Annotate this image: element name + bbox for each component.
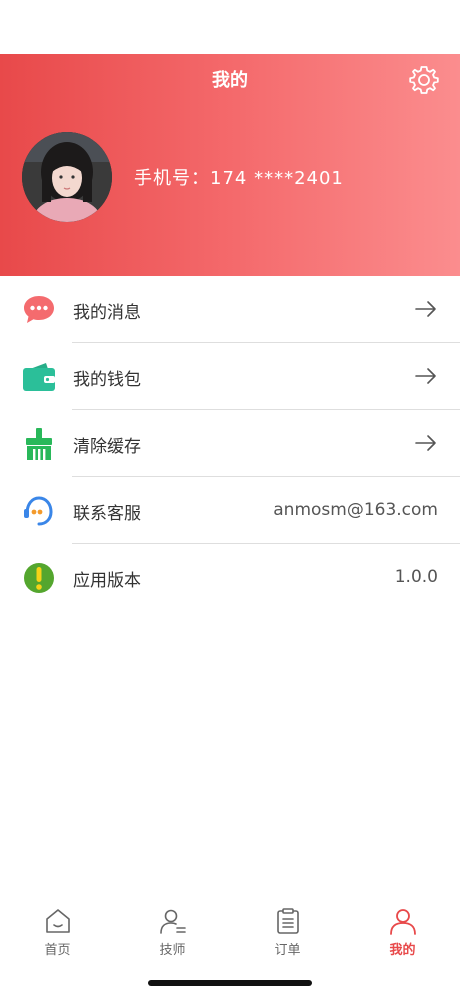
order-icon (276, 908, 299, 934)
service-email: anmosm@163.com (273, 500, 438, 520)
tab-technician[interactable]: 技师 (115, 907, 230, 967)
menu-item-label: 我的消息 (73, 303, 141, 323)
wallet-icon (23, 363, 55, 391)
tab-profile[interactable]: 我的 (345, 907, 460, 967)
avatar-photo (22, 132, 112, 222)
technician-icon (159, 909, 186, 934)
menu-item-customer-service[interactable]: 联系客服 anmosm@163.com (0, 477, 460, 544)
avatar[interactable] (22, 132, 112, 222)
home-indicator (148, 980, 312, 986)
menu-item-label: 联系客服 (73, 504, 141, 524)
menu-item-clear-cache[interactable]: 清除缓存 (0, 410, 460, 477)
tab-label: 首页 (44, 943, 71, 958)
phone-number: 手机号：174 ****2401 (134, 168, 344, 189)
menu-item-messages[interactable]: 我的消息 (0, 276, 460, 343)
headset-icon (24, 496, 53, 526)
menu-item-app-version[interactable]: 应用版本 1.0.0 (0, 544, 460, 611)
menu-list: 我的消息 我的钱包 清除缓存 联系客服 anmosm@163.com 应用版本 … (0, 276, 460, 611)
gear-icon (409, 66, 439, 94)
app-version-value: 1.0.0 (394, 567, 438, 587)
message-icon (24, 296, 54, 323)
tab-orders[interactable]: 订单 (230, 907, 345, 967)
settings-button[interactable] (408, 64, 440, 96)
menu-item-label: 清除缓存 (73, 437, 141, 457)
profile-header: 我的 手机号：174 ****2401 (0, 54, 460, 276)
tab-label: 技师 (159, 943, 186, 958)
info-icon (24, 563, 54, 593)
page-title: 我的 (212, 70, 248, 91)
menu-item-wallet[interactable]: 我的钱包 (0, 343, 460, 410)
menu-item-label: 应用版本 (73, 571, 141, 591)
profile-icon (389, 909, 416, 935)
arrow-right-icon (415, 301, 436, 317)
status-bar (0, 0, 460, 54)
broom-icon (26, 428, 52, 460)
tab-label: 订单 (274, 943, 301, 958)
tab-label: 我的 (389, 943, 416, 958)
arrow-right-icon (415, 368, 436, 384)
menu-item-label: 我的钱包 (73, 370, 141, 390)
arrow-right-icon (415, 435, 436, 451)
tab-home[interactable]: 首页 (0, 907, 115, 967)
home-icon (45, 909, 70, 933)
